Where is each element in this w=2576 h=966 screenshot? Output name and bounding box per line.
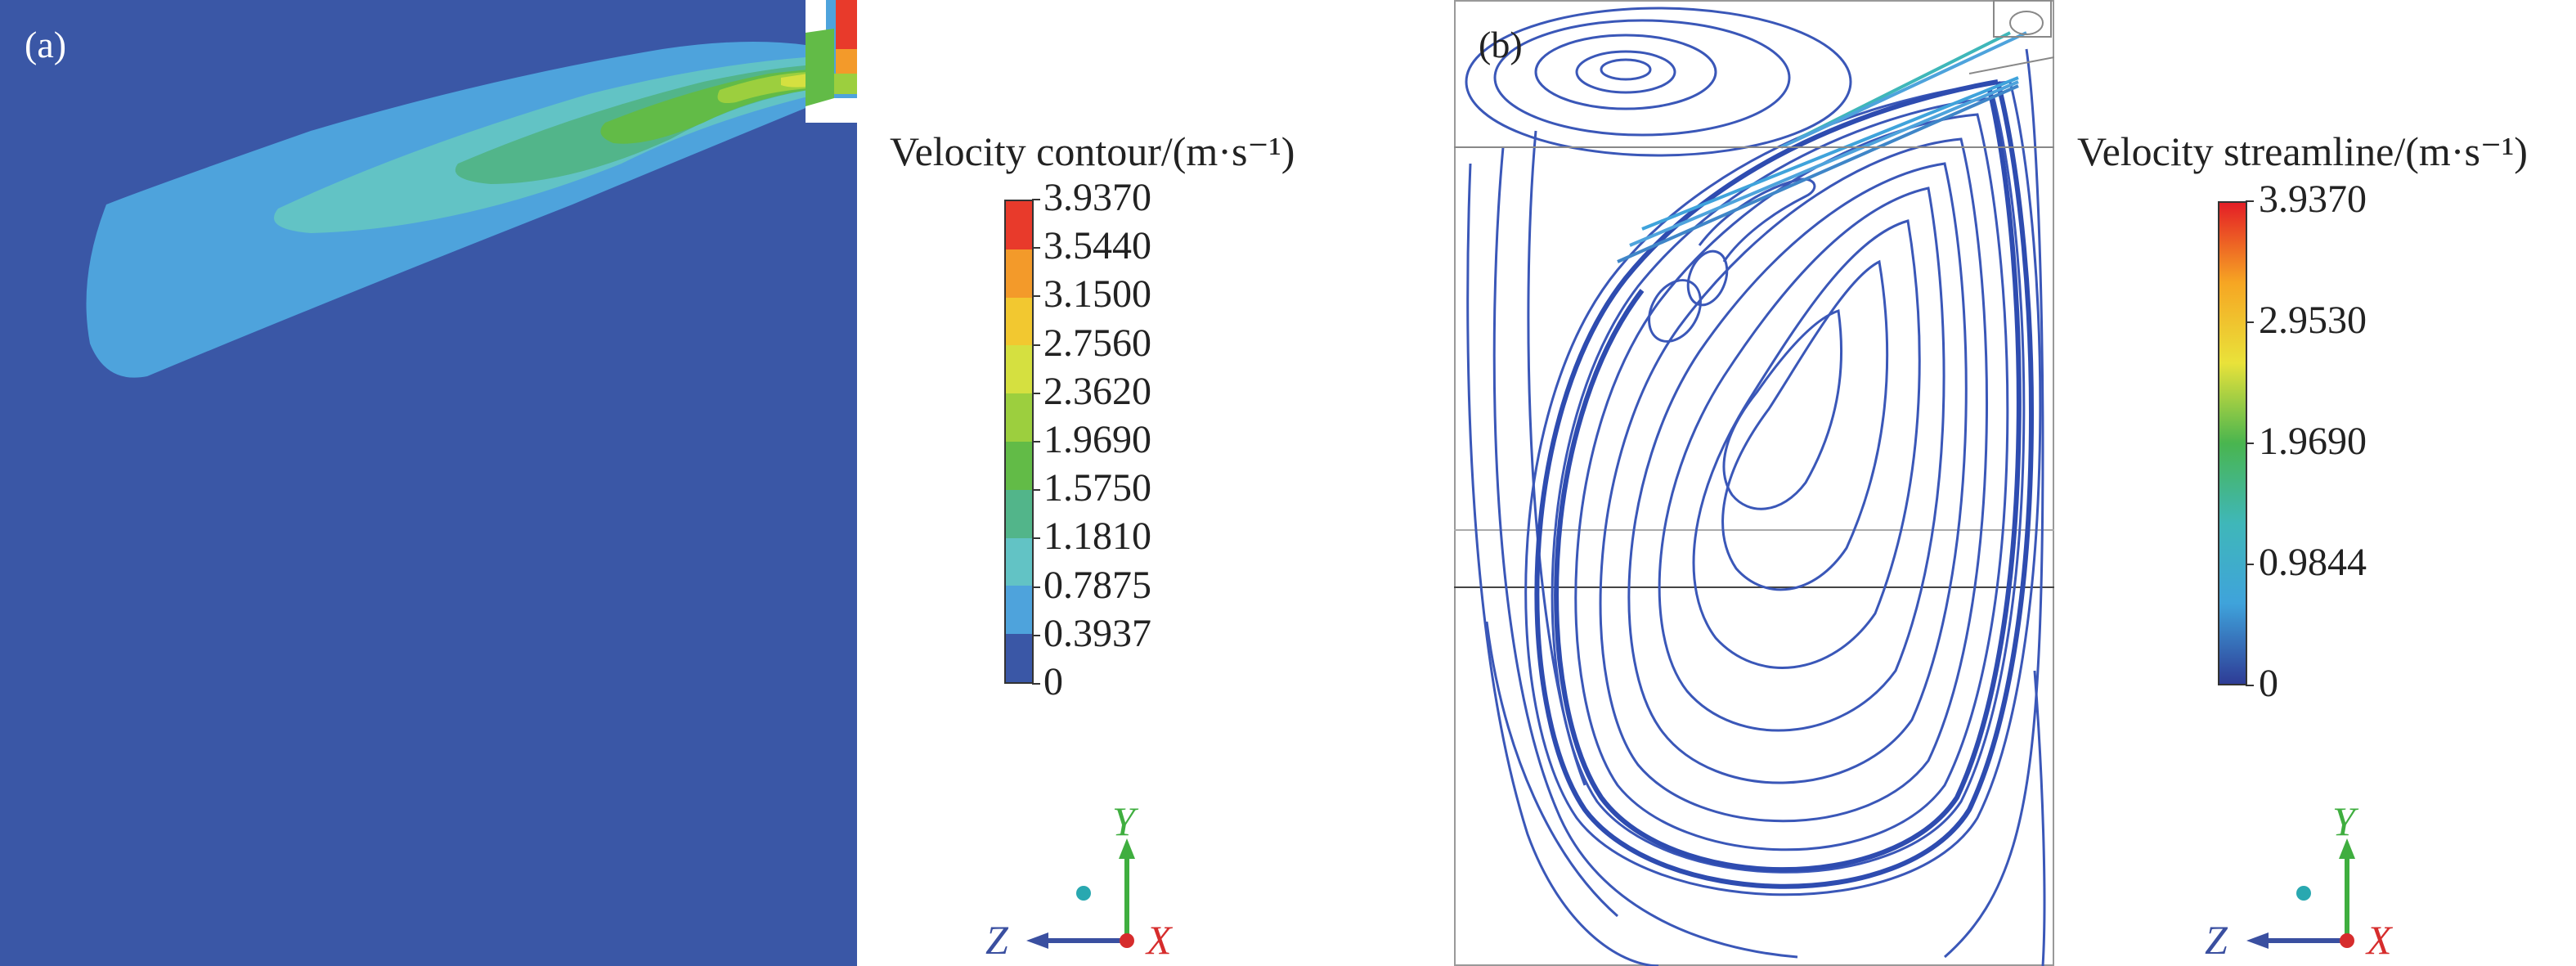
colorbar-b-tick-label: 0.9844 xyxy=(2259,541,2367,584)
inlet-nozzle xyxy=(806,29,834,106)
colorbar-a-tick-mark xyxy=(1032,392,1040,394)
colorbar-a-tick-label: 2.3620 xyxy=(1043,369,1151,413)
axes-triad-a: Y Z X xyxy=(985,798,1194,965)
colorbar-a-tick-label: 1.9690 xyxy=(1043,418,1151,461)
inlet-jet-low xyxy=(832,74,857,94)
colorbar-b-tick-mark xyxy=(2246,685,2254,686)
colorbar-a-tick-mark xyxy=(1032,344,1040,346)
colorbar-b-tick-mark xyxy=(2246,321,2254,323)
inlet-jet-core xyxy=(836,0,857,49)
colorbar-a-band xyxy=(1006,345,1032,394)
x-axis-label: X xyxy=(2367,917,2392,963)
colorbar-a-tick-label: 3.1500 xyxy=(1043,272,1151,317)
x-axis-origin xyxy=(2340,933,2354,948)
streamline-bundle xyxy=(1534,79,2034,889)
velocity-contour-plot xyxy=(86,0,857,378)
colorbar-a-tick-mark xyxy=(1032,199,1040,200)
colorbar-b-tick-label: 2.9530 xyxy=(2259,299,2367,342)
colorbar-a-tick-label: 1.5750 xyxy=(1043,466,1151,510)
colorbar-a-band xyxy=(1006,634,1032,682)
colorbar-a-band xyxy=(1006,297,1032,346)
colorbar-a-tick-label: 3.9370 xyxy=(1043,176,1151,219)
colorbar-b-tick-label: 1.9690 xyxy=(2259,420,2367,463)
z-axis-arrowhead xyxy=(1026,932,1048,949)
colorbar-a-tick-mark xyxy=(1032,634,1040,636)
z-axis-label: Z xyxy=(2205,917,2228,963)
legend-title-a: Velocity contour/(m·s⁻¹) xyxy=(890,128,1295,174)
view-indicator-dot xyxy=(2296,886,2311,901)
z-axis-label: Z xyxy=(985,917,1008,963)
colorbar-a-tick-label: 1.1810 xyxy=(1043,514,1151,559)
colorbar-a-band xyxy=(1006,441,1032,490)
x-axis-label: X xyxy=(1147,917,1172,963)
colorbar-a-band xyxy=(1006,393,1032,442)
colorbar-a-band xyxy=(1006,249,1032,298)
panel-label-b: (b) xyxy=(1479,24,1523,65)
colorbar-a xyxy=(1004,200,1034,684)
colorbar-a-tick-label: 2.7560 xyxy=(1043,321,1151,365)
colorbar-b-tick-mark xyxy=(2246,443,2254,444)
y-axis-label: Y xyxy=(2332,798,2355,844)
colorbar-a-band xyxy=(1006,586,1032,635)
x-axis-origin xyxy=(1120,933,1134,948)
legend-title-b: Velocity streamline/(m·s⁻¹) xyxy=(2077,128,2528,174)
colorbar-b-tick-label: 3.9370 xyxy=(2259,177,2367,221)
colorbar-b xyxy=(2218,201,2247,685)
velocity-contour-panel: (a) xyxy=(0,0,857,966)
y-axis-label: Y xyxy=(1112,798,1135,844)
colorbar-a-band xyxy=(1006,201,1032,249)
colorbar-a-tick-label: 0 xyxy=(1043,660,1063,703)
velocity-streamline-plot xyxy=(1454,0,2054,966)
colorbar-a-tick-mark xyxy=(1032,247,1040,249)
colorbar-a-tick-label: 3.5440 xyxy=(1043,224,1151,268)
inlet-jet-mid xyxy=(836,49,857,74)
panel-label-a: (a) xyxy=(25,24,67,65)
colorbar-a-band xyxy=(1006,489,1032,538)
colorbar-a-tick-mark xyxy=(1032,683,1040,685)
colorbar-a-tick-mark xyxy=(1032,441,1040,443)
colorbar-a-tick-label: 0.7875 xyxy=(1043,563,1151,607)
colorbar-a-tick-mark xyxy=(1032,489,1040,492)
colorbar-a-tick-mark xyxy=(1032,586,1040,588)
axes-triad-b: Y Z X xyxy=(2205,798,2417,965)
z-axis-arrowhead xyxy=(2246,932,2269,949)
colorbar-b-tick-label: 0 xyxy=(2259,662,2278,705)
colorbar-a-band xyxy=(1006,537,1032,586)
colorbar-a-tick-label: 0.3937 xyxy=(1043,611,1151,655)
colorbar-b-tick-mark xyxy=(2246,564,2254,565)
colorbar-b-tick-mark xyxy=(2246,200,2254,202)
colorbar-a-tick-mark xyxy=(1032,295,1040,298)
colorbar-a-tick-mark xyxy=(1032,537,1040,540)
velocity-streamline-panel: (b) xyxy=(1454,0,2054,966)
view-indicator-dot xyxy=(1076,886,1091,901)
